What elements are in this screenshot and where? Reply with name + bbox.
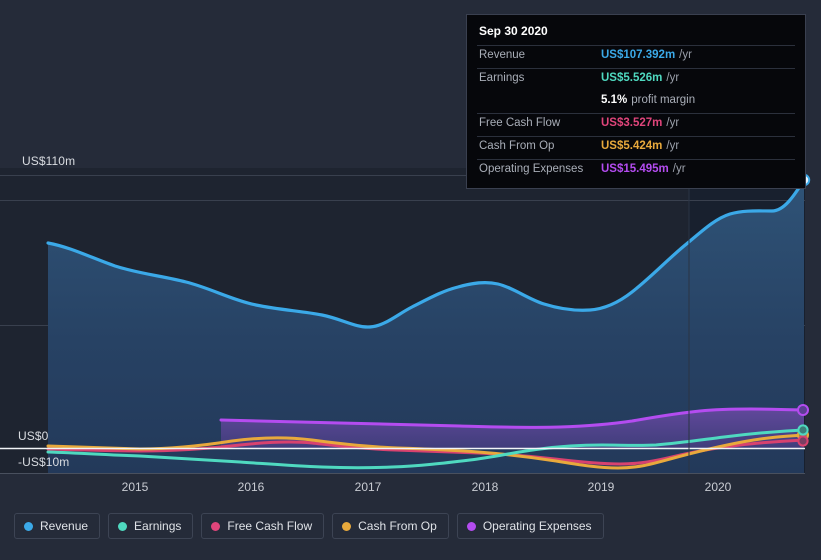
tooltip-value-operating-expenses: US$15.495m	[601, 163, 669, 175]
tooltip-row-profit-margin: 5.1% profit margin	[477, 91, 795, 113]
legend-item-free-cash-flow[interactable]: Free Cash Flow	[201, 513, 325, 539]
tooltip-unit-earnings: /yr	[666, 72, 680, 84]
x-axis-label-2019: 2019	[587, 480, 615, 494]
legend-label-earnings: Earnings	[134, 519, 182, 533]
tooltip-label-earnings: Earnings	[479, 72, 525, 84]
tooltip-value-profit-margin: 5.1%	[601, 94, 628, 106]
tooltip-value-revenue: US$107.392m	[601, 49, 676, 61]
tooltip-text-profit-margin: profit margin	[631, 94, 696, 106]
legend-dot-cash-from-op-icon	[342, 521, 352, 531]
data-tooltip: Sep 30 2020 Revenue US$107.392m /yr Earn…	[466, 14, 806, 189]
legend-dot-free-cash-flow-icon	[211, 521, 221, 531]
tooltip-row-revenue: Revenue US$107.392m /yr	[477, 45, 795, 68]
chart-legend: Revenue Earnings Free Cash Flow Cash Fro…	[14, 513, 604, 539]
tooltip-row-cash-from-op: Cash From Op US$5.424m /yr	[477, 136, 795, 159]
operating-expenses-endpoint-marker	[797, 404, 809, 416]
x-axis-label-2018: 2018	[471, 480, 499, 494]
tooltip-date: Sep 30 2020	[479, 24, 548, 38]
y-axis-label-top: US$110m	[22, 154, 76, 168]
tooltip-row-earnings: Earnings US$5.526m /yr	[477, 68, 795, 91]
tooltip-label-revenue: Revenue	[479, 49, 526, 61]
legend-label-free-cash-flow: Free Cash Flow	[227, 519, 313, 533]
tooltip-value-free-cash-flow: US$3.527m	[601, 117, 663, 129]
legend-item-cash-from-op[interactable]: Cash From Op	[332, 513, 449, 539]
legend-dot-earnings-icon	[118, 521, 128, 531]
y-axis-label-negative: -US$10m	[18, 455, 70, 469]
legend-item-earnings[interactable]: Earnings	[108, 513, 194, 539]
tooltip-row-operating-expenses: Operating Expenses US$15.495m /yr	[477, 159, 795, 182]
tooltip-value-cash-from-op: US$5.424m	[601, 140, 663, 152]
y-axis-label-zero: US$0	[18, 429, 49, 443]
free-cash-flow-endpoint-marker	[797, 435, 809, 447]
tooltip-unit-operating-expenses: /yr	[672, 163, 686, 175]
tooltip-label-free-cash-flow: Free Cash Flow	[479, 117, 561, 129]
legend-label-revenue: Revenue	[40, 519, 89, 533]
legend-label-operating-expenses: Operating Expenses	[482, 519, 592, 533]
earnings-endpoint-marker	[797, 424, 809, 436]
legend-item-revenue[interactable]: Revenue	[14, 513, 101, 539]
legend-dot-revenue-icon	[24, 521, 33, 531]
tooltip-value-earnings: US$5.526m	[601, 72, 663, 84]
legend-label-cash-from-op: Cash From Op	[358, 519, 437, 533]
legend-item-operating-expenses[interactable]: Operating Expenses	[456, 513, 604, 539]
chart-page: US$110m US$0 -US$10m 2015 2016 2017 2018…	[0, 0, 821, 560]
tooltip-unit-cash-from-op: /yr	[666, 140, 680, 152]
x-axis-label-2020: 2020	[704, 480, 732, 494]
x-axis-label-2016: 2016	[237, 480, 265, 494]
tooltip-unit-free-cash-flow: /yr	[666, 117, 680, 129]
tooltip-unit-revenue: /yr	[679, 49, 692, 61]
tooltip-label-operating-expenses: Operating Expenses	[479, 163, 584, 175]
legend-dot-operating-expenses-icon	[466, 521, 476, 531]
tooltip-row-free-cash-flow: Free Cash Flow US$3.527m /yr	[477, 113, 795, 136]
x-axis-label-2017: 2017	[354, 480, 382, 494]
x-axis-label-2015: 2015	[121, 480, 149, 494]
tooltip-label-cash-from-op: Cash From Op	[479, 140, 555, 152]
